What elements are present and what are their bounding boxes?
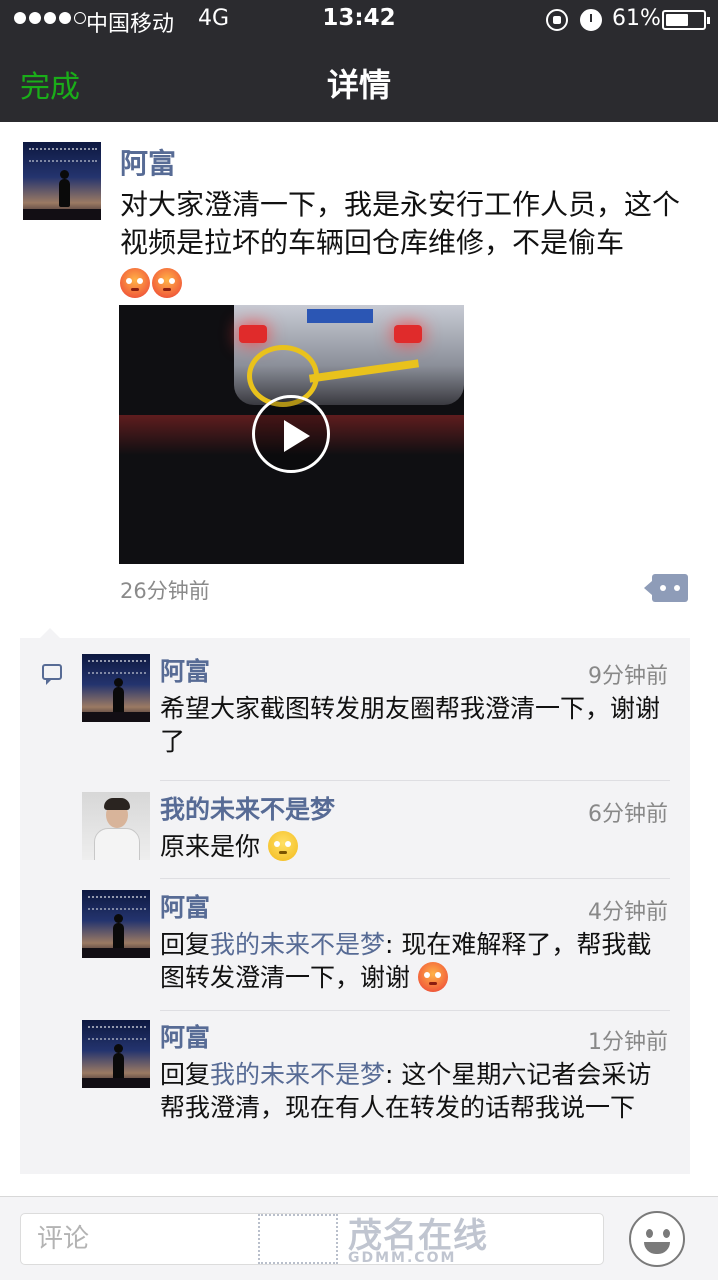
comment-time: 1分钟前 [588, 1030, 668, 1055]
comment-divider [160, 1010, 670, 1011]
comment-text-body: 原来是你 [160, 832, 261, 861]
comment-time: 9分钟前 [588, 664, 668, 689]
comment-time: 6分钟前 [588, 802, 668, 827]
comment-divider [160, 780, 670, 781]
comment-text: 原来是你 [160, 830, 670, 863]
post-author-name[interactable]: 阿富 [120, 142, 176, 182]
thinking-emoji-icon [267, 831, 298, 861]
post-author-avatar[interactable] [23, 142, 101, 220]
comment-avatar[interactable] [82, 1020, 150, 1088]
emoji-icon[interactable] [629, 1211, 685, 1267]
flushed-emoji-icon [417, 962, 448, 992]
post-video[interactable] [119, 305, 464, 564]
comment-text: 希望大家截图转发朋友圈帮我澄清一下，谢谢了 [160, 694, 661, 756]
comment-icon [42, 664, 62, 685]
comment-author[interactable]: 我的未来不是梦 [160, 790, 335, 826]
reply-prefix: 回复 [160, 1060, 211, 1089]
comment-time: 4分钟前 [588, 900, 668, 925]
comment-author[interactable]: 阿富 [160, 888, 210, 924]
comment-action-icon[interactable] [644, 574, 688, 602]
flushed-emoji-icon [152, 268, 182, 298]
comment-text: 回复我的未来不是梦: 现在难解释了，帮我截图转发澄清一下，谢谢 [160, 928, 670, 994]
post-text: 对大家澄清一下，我是永安行工作人员，这个视频是拉坏的车辆回仓库维修，不是偷车 [120, 186, 690, 302]
battery-level-fill [666, 14, 688, 26]
reply-mention[interactable]: 我的未来不是梦 [210, 930, 385, 959]
battery-icon [662, 10, 710, 30]
comment-avatar[interactable] [82, 654, 150, 722]
battery-percent: 61% [612, 6, 661, 31]
comment-text: 回复我的未来不是梦: 这个星期六记者会采访帮我澄清，现在有人在转发的话帮我说一下 [160, 1058, 670, 1124]
post-timestamp: 26分钟前 [120, 579, 210, 603]
status-time: 13:42 [322, 5, 396, 31]
reply-mention[interactable]: 我的未来不是梦 [210, 1060, 385, 1089]
comments-section: 阿富 9分钟前 希望大家截图转发朋友圈帮我澄清一下，谢谢了 我的未来不是梦 6分… [20, 628, 690, 1174]
reply-prefix: 回复 [160, 930, 211, 959]
play-icon[interactable] [252, 395, 330, 473]
watermark-subtext: GDMM.COM [348, 1250, 457, 1266]
comment-author[interactable]: 阿富 [160, 1018, 210, 1054]
alarm-icon [580, 9, 602, 31]
orientation-lock-icon [546, 9, 568, 31]
status-bar: 中国移动 4G 13:42 61% [0, 0, 718, 40]
watermark-logo [258, 1214, 338, 1264]
post-text-body: 对大家澄清一下，我是永安行工作人员，这个视频是拉坏的车辆回仓库维修，不是偷车 [120, 188, 681, 259]
comment-avatar[interactable] [82, 792, 150, 860]
comment-avatar[interactable] [82, 890, 150, 958]
comment-author[interactable]: 阿富 [160, 652, 210, 688]
flushed-emoji-icon [120, 268, 150, 298]
page-title: 详情 [326, 66, 391, 104]
top-bar: 中国移动 4G 13:42 61% 完成 详情 [0, 0, 718, 122]
comment-divider [160, 878, 670, 879]
